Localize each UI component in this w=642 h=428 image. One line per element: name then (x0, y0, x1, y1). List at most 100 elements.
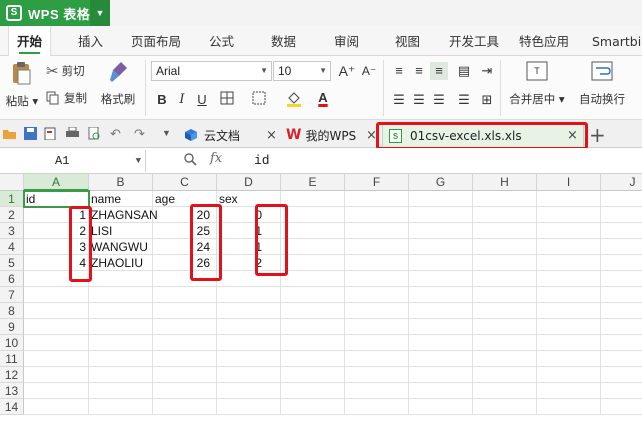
cell[interactable] (601, 399, 642, 415)
cell[interactable] (345, 287, 409, 303)
cell[interactable] (409, 399, 473, 415)
cell[interactable] (601, 367, 642, 383)
cell[interactable] (409, 351, 473, 367)
cell[interactable] (601, 287, 642, 303)
cell[interactable] (89, 351, 153, 367)
cell[interactable] (345, 335, 409, 351)
bold-icon[interactable]: B (153, 91, 171, 109)
cell[interactable] (537, 367, 601, 383)
cell[interactable] (153, 303, 217, 319)
cell[interactable] (473, 319, 537, 335)
cell[interactable] (24, 383, 89, 399)
cell[interactable] (473, 207, 537, 223)
cell[interactable]: sex (217, 191, 281, 207)
row-header[interactable]: 5 (0, 255, 24, 271)
close-icon[interactable]: × (266, 128, 277, 143)
row-header[interactable]: 1 (0, 191, 24, 207)
cell[interactable]: 1 (217, 223, 281, 239)
cell[interactable]: name (89, 191, 153, 207)
row-header[interactable]: 14 (0, 399, 24, 415)
cut-button[interactable]: ✂ 剪切 (46, 62, 85, 80)
underline-icon[interactable]: U (193, 91, 211, 109)
cell[interactable] (345, 207, 409, 223)
chevron-down-icon[interactable]: ▼ (162, 127, 175, 140)
cell[interactable] (409, 367, 473, 383)
cell[interactable] (24, 319, 89, 335)
cell[interactable] (537, 335, 601, 351)
column-header[interactable]: D (217, 174, 281, 191)
tab-cloud-docs[interactable]: 云文档 × (184, 123, 284, 147)
align-right-icon[interactable]: ☰ (430, 91, 448, 109)
cell[interactable] (537, 287, 601, 303)
cell[interactable] (89, 335, 153, 351)
cell[interactable] (281, 255, 345, 271)
cell[interactable] (345, 367, 409, 383)
tab-view[interactable]: 视图 (395, 26, 420, 56)
cell[interactable] (281, 271, 345, 287)
cell[interactable] (473, 191, 537, 207)
cell[interactable] (345, 191, 409, 207)
borders-icon[interactable] (218, 91, 236, 109)
cell[interactable] (153, 351, 217, 367)
new-tab-button[interactable]: + (589, 123, 606, 147)
column-header[interactable]: C (153, 174, 217, 191)
cell[interactable] (601, 383, 642, 399)
cell[interactable]: 26 (153, 255, 217, 271)
cell[interactable]: age (153, 191, 217, 207)
cell[interactable] (153, 383, 217, 399)
cell[interactable] (281, 383, 345, 399)
cell[interactable] (537, 271, 601, 287)
cell[interactable] (473, 367, 537, 383)
cell[interactable] (217, 351, 281, 367)
align-bottom-icon[interactable]: ≡ (430, 62, 448, 80)
cell[interactable] (473, 287, 537, 303)
cell[interactable]: 1 (217, 239, 281, 255)
cell[interactable] (217, 367, 281, 383)
cell[interactable] (345, 255, 409, 271)
cell[interactable] (345, 383, 409, 399)
cell[interactable] (409, 223, 473, 239)
distribute-icon[interactable]: ⊞ (478, 91, 496, 109)
cell[interactable] (537, 303, 601, 319)
cell[interactable] (409, 191, 473, 207)
cell[interactable] (24, 367, 89, 383)
preview-icon[interactable] (88, 126, 101, 140)
cell[interactable] (89, 319, 153, 335)
cell[interactable]: WANGWU (89, 239, 153, 255)
cell[interactable] (409, 335, 473, 351)
fill-color-icon[interactable] (285, 91, 303, 109)
tab-developer[interactable]: 开发工具 (449, 26, 499, 56)
cell[interactable] (409, 287, 473, 303)
cell[interactable] (24, 271, 89, 287)
copy-button[interactable]: 复制 (46, 90, 87, 106)
cell[interactable] (217, 399, 281, 415)
cell[interactable]: ZHAGNSAN (89, 207, 158, 223)
font-name-select[interactable]: Arial ▼ (151, 61, 272, 81)
cell[interactable] (281, 367, 345, 383)
cell[interactable] (473, 335, 537, 351)
cell[interactable] (473, 239, 537, 255)
app-menu-button[interactable]: S WPS 表格 ▼ (0, 0, 110, 26)
tab-page-layout[interactable]: 页面布局 (131, 26, 181, 56)
formula-input[interactable]: id (254, 150, 270, 172)
format-painter-button[interactable]: 格式刷 (98, 60, 138, 107)
paste-button[interactable]: 粘贴 ▾ (4, 60, 40, 109)
row-header[interactable]: 12 (0, 367, 24, 383)
tab-special[interactable]: 特色应用 (519, 26, 569, 56)
row-header[interactable]: 10 (0, 335, 24, 351)
cell[interactable] (409, 383, 473, 399)
spreadsheet-grid[interactable]: A B C D E F G H I J 1 id name age sex 2 1 ZHAGNSAN 20 0 3 2 LI… (0, 174, 642, 428)
column-header[interactable]: H (473, 174, 537, 191)
cell[interactable] (601, 255, 642, 271)
cell[interactable] (217, 303, 281, 319)
cell[interactable] (281, 351, 345, 367)
cell[interactable] (473, 351, 537, 367)
cell[interactable] (601, 239, 642, 255)
open-folder-icon[interactable] (3, 127, 16, 140)
cell[interactable] (345, 239, 409, 255)
cell[interactable] (601, 335, 642, 351)
cell[interactable] (345, 399, 409, 415)
cell[interactable] (217, 287, 281, 303)
row-header[interactable]: 7 (0, 287, 24, 303)
cell[interactable]: 1 (24, 207, 89, 223)
